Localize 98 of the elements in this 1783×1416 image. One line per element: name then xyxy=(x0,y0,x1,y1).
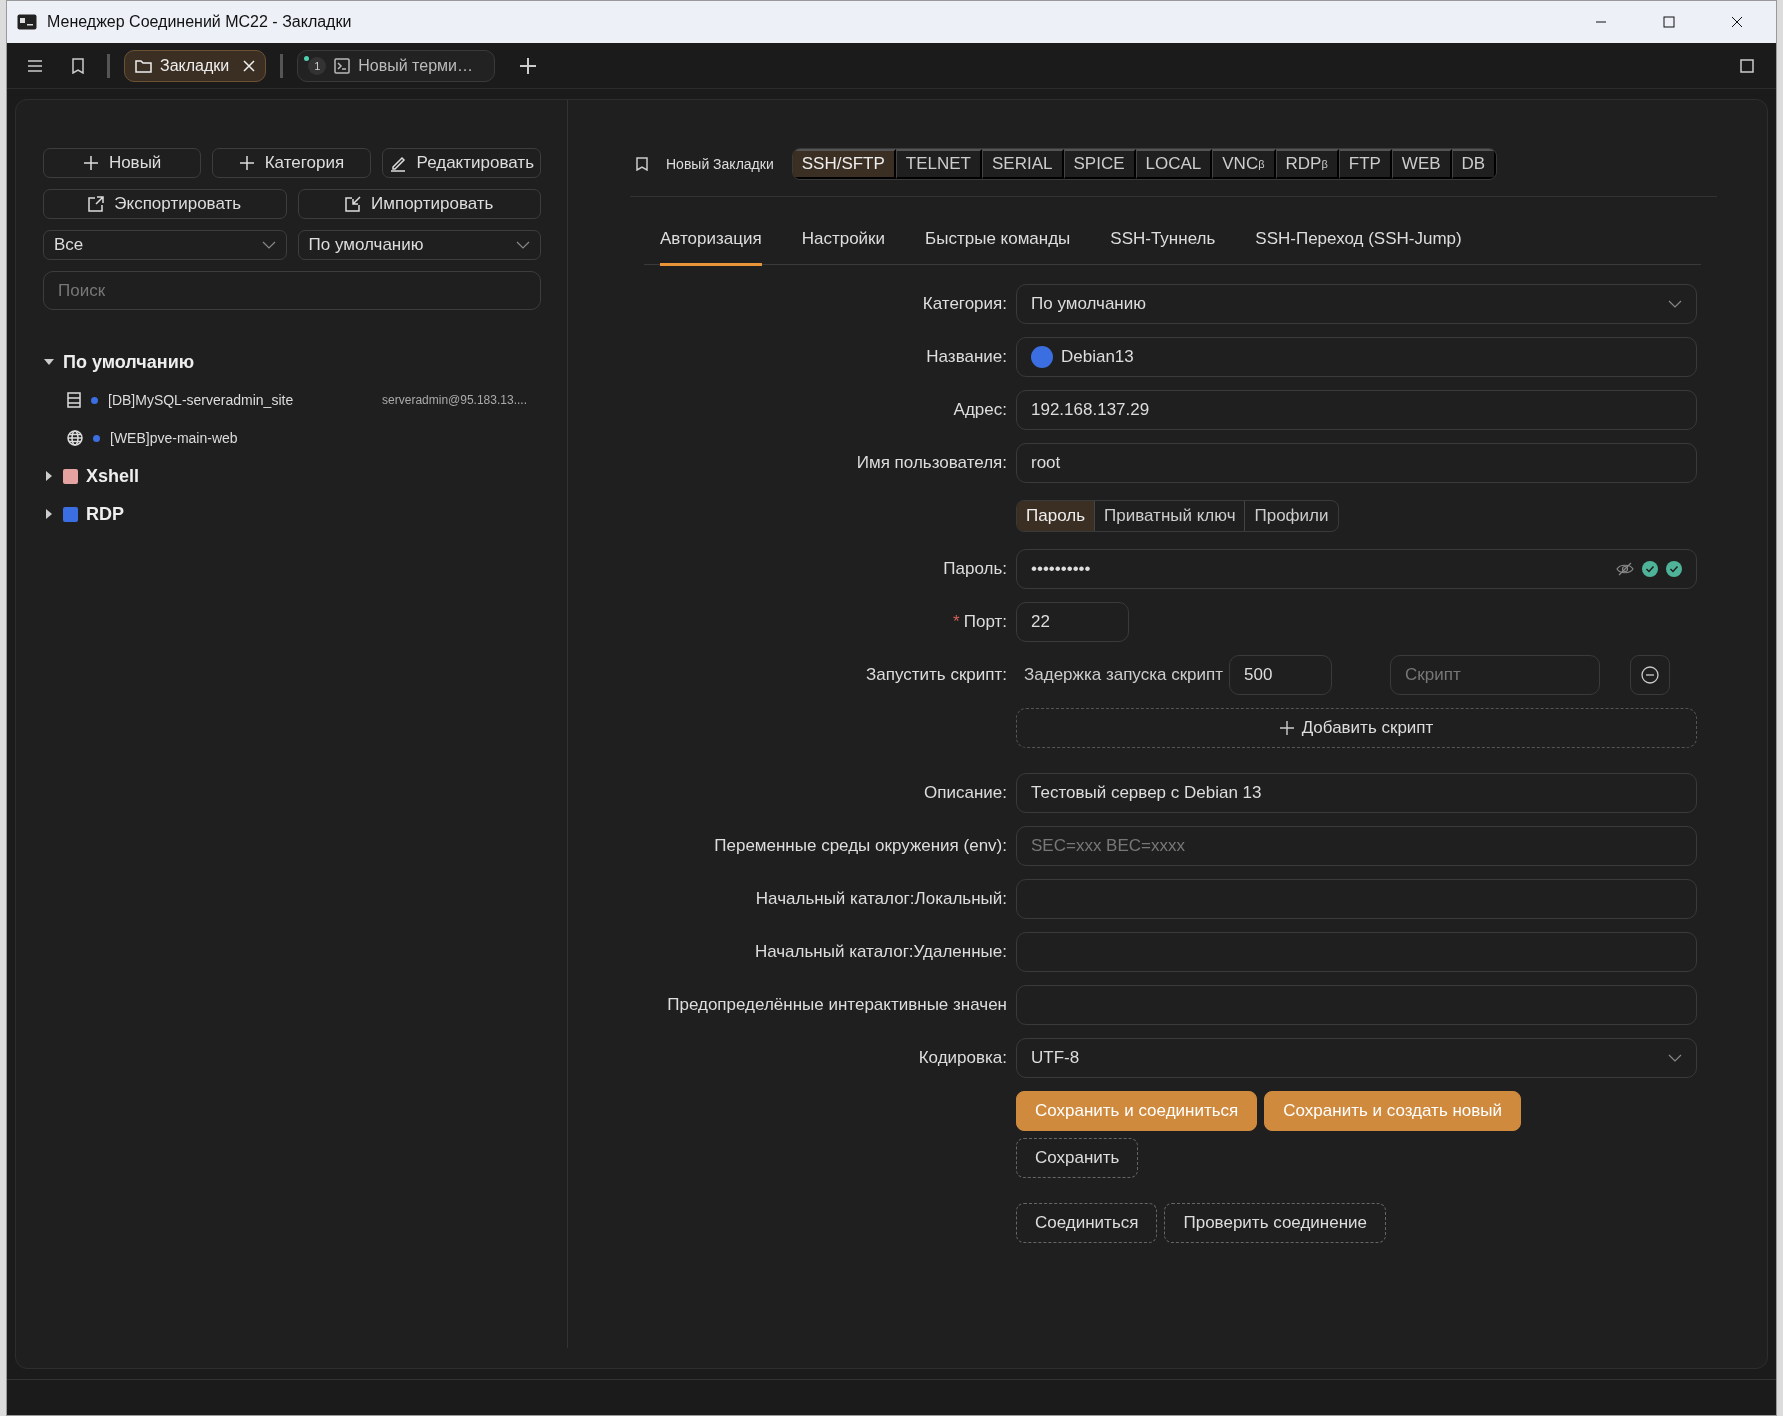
input-field[interactable]: Debian13 xyxy=(1016,337,1697,377)
auth-tab[interactable]: Приватный ключ xyxy=(1094,501,1245,531)
tab[interactable]: 1 Новый терми… xyxy=(297,49,496,82)
input-field[interactable]: 22 xyxy=(1016,602,1129,642)
input-field[interactable]: Тестовый сервер с Debian 13 xyxy=(1016,773,1697,813)
protocol-tab[interactable]: LOCAL xyxy=(1135,149,1213,179)
app-icon xyxy=(17,14,37,30)
protocol-tab[interactable]: SERIAL xyxy=(982,149,1064,179)
protocol-tab[interactable]: SPICE xyxy=(1063,149,1136,179)
tree-group[interactable]: Xshell xyxy=(86,465,140,487)
search-field[interactable]: Поиск xyxy=(43,271,541,310)
password-field[interactable]: •••••••••• xyxy=(1016,549,1697,589)
close-icon[interactable] xyxy=(243,59,256,72)
field-label: Переменные среды окружения (env): xyxy=(714,836,1007,855)
window-title: Менеджер Соединений MC22 - Закладки xyxy=(47,13,352,31)
chevron-down-icon xyxy=(261,241,276,249)
field-label: Предопределённые интерактивные значен xyxy=(667,995,1007,1014)
field-label: Категория: xyxy=(922,294,1007,313)
toolbar-button[interactable]: Экспортировать xyxy=(43,189,287,219)
section-tab[interactable]: Быстрые команды xyxy=(925,221,1071,266)
auth-tab[interactable]: Профили xyxy=(1244,501,1338,531)
input-field[interactable]: 500 xyxy=(1229,655,1333,695)
minus-circle-icon xyxy=(1641,666,1660,684)
terminal-icon xyxy=(334,57,351,74)
tree-group[interactable]: По умолчанию xyxy=(63,351,195,373)
select-field[interactable]: По умолчанию xyxy=(1016,284,1697,324)
field-label: Начальный каталог:Локальный: xyxy=(755,889,1007,908)
export-icon xyxy=(88,196,105,212)
tree-item[interactable]: [DB]MySQL-serveradmin_site serveradmin@95.183.13.... xyxy=(43,381,541,419)
field-label: Название: xyxy=(926,347,1007,366)
tree-group[interactable]: RDP xyxy=(86,503,124,525)
eye-off-icon[interactable] xyxy=(1616,562,1634,576)
check-icon xyxy=(1642,561,1658,577)
pencil-icon xyxy=(388,154,407,172)
protocol-tab[interactable]: FTP xyxy=(1338,149,1392,179)
toolbar-button[interactable]: Категория xyxy=(212,148,371,178)
layout-icon[interactable] xyxy=(1740,58,1754,73)
field-label: * Порт: xyxy=(953,612,1007,631)
field-label: Пароль: xyxy=(943,559,1007,578)
auth-tab[interactable]: Пароль xyxy=(1017,501,1094,531)
remove-button[interactable] xyxy=(1630,655,1671,695)
delay-label: Задержка запуска скрипт xyxy=(1023,665,1225,685)
close-icon xyxy=(1731,16,1743,28)
menu-icon[interactable] xyxy=(27,58,43,73)
tree-item[interactable]: [WEB]pve-main-web xyxy=(43,419,541,457)
bookmark-icon[interactable] xyxy=(71,57,85,74)
section-tab[interactable]: SSH-Туннель xyxy=(1110,221,1216,266)
protocol-tab[interactable]: WEB xyxy=(1391,149,1452,179)
globe-icon xyxy=(67,430,83,446)
filter-dropdown[interactable]: Все xyxy=(43,230,287,260)
select-field[interactable]: UTF-8 xyxy=(1016,1038,1697,1078)
plus-icon[interactable] xyxy=(519,56,538,75)
field-label: Начальный каталог:Удаленные: xyxy=(754,942,1007,961)
field-label: Кодировка: xyxy=(918,1048,1007,1067)
plus-icon xyxy=(1279,721,1294,735)
input-field[interactable] xyxy=(1016,932,1697,972)
toolbar-button[interactable]: Новый xyxy=(43,148,202,178)
check-icon xyxy=(1666,561,1682,577)
status-dot xyxy=(304,55,310,61)
field-label: Имя пользователя: xyxy=(856,453,1007,472)
chevron-down-icon xyxy=(1668,1054,1682,1062)
item-address: serveradmin@95.183.13.... xyxy=(382,393,528,407)
maximize-icon xyxy=(1663,16,1675,28)
field-label: Запустить скрипт: xyxy=(866,665,1007,684)
section-tab[interactable]: SSH-Переход (SSH-Jump) xyxy=(1255,221,1462,266)
bookmark-icon xyxy=(636,157,648,171)
action-button[interactable]: Проверить соединение xyxy=(1164,1203,1387,1243)
tab[interactable]: Закладки xyxy=(124,49,267,82)
editor-title: Новый Закладки xyxy=(666,156,774,172)
toolbar-button[interactable]: Импортировать xyxy=(297,189,541,219)
input-field[interactable] xyxy=(1016,985,1697,1025)
input-field[interactable] xyxy=(1016,879,1697,919)
chevron-down-icon xyxy=(516,241,530,249)
protocol-tab[interactable]: SSH/SFTP xyxy=(792,149,896,179)
item-name: [WEB]pve-main-web xyxy=(110,430,238,446)
field-label: Описание: xyxy=(924,783,1007,802)
plus-icon xyxy=(238,155,255,171)
toolbar-button[interactable]: Редактировать xyxy=(381,148,541,178)
input-field[interactable]: SEC=xxx BEC=xxxx xyxy=(1016,826,1697,866)
import-icon xyxy=(345,196,362,212)
input-field[interactable]: 192.168.137.29 xyxy=(1016,390,1697,430)
protocol-tab[interactable]: DB xyxy=(1451,149,1497,179)
chevron-down-icon xyxy=(1668,300,1682,308)
add-script-button[interactable]: Добавить скрипт xyxy=(1016,708,1697,748)
protocol-tab[interactable]: TELNET xyxy=(895,149,982,179)
folder-icon xyxy=(135,58,152,73)
plus-icon xyxy=(82,155,99,171)
database-icon xyxy=(67,392,81,408)
action-button[interactable]: Сохранить xyxy=(1016,1138,1139,1178)
section-tab[interactable]: Настройки xyxy=(801,221,886,266)
action-button[interactable]: Соединиться xyxy=(1016,1203,1158,1243)
filter-dropdown[interactable]: По умолчанию xyxy=(297,230,541,260)
input-field[interactable]: Скрипт xyxy=(1390,655,1601,695)
field-label: Адрес: xyxy=(953,400,1007,419)
item-name: [DB]MySQL-serveradmin_site xyxy=(108,392,294,408)
count-badge: 1 xyxy=(308,56,327,75)
input-field[interactable]: root xyxy=(1016,443,1697,483)
section-tab[interactable]: Авторизация xyxy=(660,221,762,266)
